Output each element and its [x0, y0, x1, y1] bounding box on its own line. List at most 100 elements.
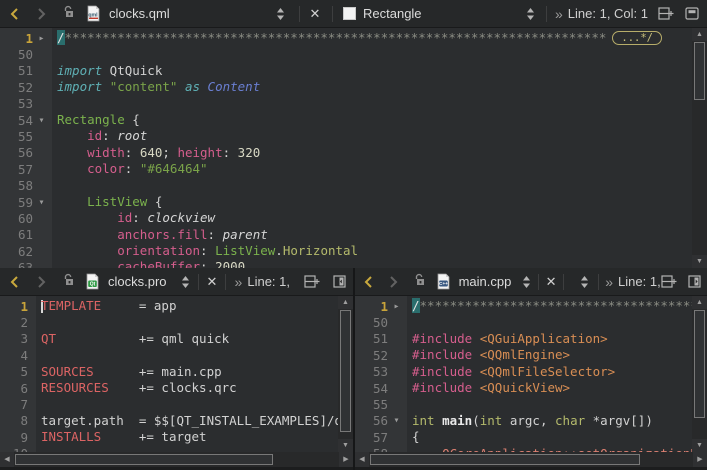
scroll-up-button[interactable]: ▲ — [692, 296, 707, 309]
code-line[interactable] — [41, 314, 338, 330]
close-split-button[interactable] — [686, 275, 702, 288]
split-button[interactable] — [661, 275, 679, 288]
scroll-down-button[interactable]: ▼ — [338, 439, 353, 452]
fold-collapsed-marker[interactable]: ▸ — [388, 301, 405, 312]
symbol-dropdown[interactable] — [578, 275, 590, 289]
code-line[interactable]: cacheBuffer: 2000 — [57, 259, 692, 268]
code-line[interactable]: id: clockview — [57, 210, 692, 226]
back-button[interactable] — [361, 275, 377, 289]
code-line[interactable]: #include <QGuiApplication> — [412, 331, 692, 347]
code-line[interactable]: ListView { — [57, 194, 692, 210]
overflow-chevron-icon[interactable]: » — [235, 274, 243, 290]
code-line[interactable]: #include <QQuickView> — [412, 380, 692, 396]
document-dropdown[interactable] — [178, 275, 192, 289]
code-line[interactable]: import QtQuick — [57, 63, 692, 79]
code-line[interactable]: { — [412, 429, 692, 445]
horizontal-scrollbar[interactable]: ◀ ▶ — [0, 452, 353, 467]
scroll-down-button[interactable]: ▼ — [692, 439, 707, 452]
code-line[interactable]: id: root — [57, 128, 692, 144]
document-title[interactable]: main.cpp — [459, 274, 520, 289]
forward-button[interactable] — [32, 275, 50, 289]
scrollbar-handle[interactable] — [694, 310, 705, 418]
code-line[interactable]: QT += qml quick — [41, 331, 338, 347]
code-line[interactable]: Rectangle { — [57, 112, 692, 128]
scroll-left-button[interactable]: ◀ — [355, 452, 369, 467]
code-line[interactable] — [412, 314, 692, 330]
code-line[interactable]: SOURCES += main.cpp — [41, 364, 338, 380]
code-line[interactable] — [57, 46, 692, 62]
editor-clocks-pro[interactable]: 12345678910 TEMPLATE = appQT += qml quic… — [0, 296, 353, 470]
scrollbar-handle[interactable] — [694, 42, 705, 100]
code-area[interactable]: TEMPLATE = app QT += qml quick SOURCES += … — [36, 296, 338, 452]
symbol-selector[interactable]: Rectangle — [363, 6, 422, 21]
code-line[interactable]: width: 640; height: 320 — [57, 145, 692, 161]
line-number: 9 — [0, 430, 28, 445]
close-document-button[interactable]: ✕ — [543, 274, 559, 290]
code-line[interactable]: INSTALLS += target — [41, 429, 338, 445]
code-area[interactable]: /***************************************… — [52, 28, 692, 268]
code-line[interactable]: RESOURCES += clocks.qrc — [41, 380, 338, 396]
document-dropdown[interactable] — [520, 275, 532, 289]
code-line[interactable] — [41, 396, 338, 412]
scrollbar-handle[interactable] — [15, 454, 273, 465]
line-number: 52 — [355, 348, 388, 363]
code-line[interactable] — [57, 96, 692, 112]
split-button[interactable] — [656, 7, 676, 20]
back-button[interactable] — [6, 275, 24, 289]
scroll-right-button[interactable]: ▶ — [693, 452, 707, 467]
unlock-icon — [63, 5, 76, 22]
vertical-scrollbar[interactable]: ▲ ▼ — [338, 296, 353, 452]
scroll-up-button[interactable]: ▲ — [692, 28, 707, 41]
overflow-chevron-icon[interactable]: » — [605, 274, 613, 290]
line-number: 6 — [0, 381, 28, 396]
code-area[interactable]: /***************************************… — [407, 296, 692, 452]
document-title[interactable]: clocks.qml — [109, 6, 273, 21]
symbol-dropdown[interactable] — [524, 7, 538, 21]
forward-button[interactable] — [32, 7, 50, 21]
document-title[interactable]: clocks.pro — [108, 274, 178, 289]
document-dropdown[interactable] — [273, 7, 287, 21]
cpp-file-icon: C++ — [436, 273, 451, 290]
forward-button[interactable] — [385, 275, 401, 289]
horizontal-scrollbar[interactable]: ◀ ▶ — [355, 452, 707, 467]
scroll-down-button[interactable]: ▼ — [692, 255, 707, 268]
code-line[interactable]: import "content" as Content — [57, 79, 692, 95]
back-button[interactable] — [6, 7, 24, 21]
code-line[interactable] — [57, 178, 692, 194]
code-line[interactable]: /***************************************… — [57, 30, 692, 46]
fold-expanded-marker[interactable]: ▾ — [33, 115, 50, 126]
close-document-button[interactable]: ✕ — [306, 6, 324, 22]
fold-collapsed-marker[interactable]: ▸ — [33, 33, 50, 44]
close-split-button[interactable] — [330, 275, 348, 288]
folded-region-badge[interactable]: ...*/ — [612, 31, 662, 45]
code-line[interactable]: #include <QQmlFileSelector> — [412, 364, 692, 380]
scroll-right-button[interactable]: ▶ — [339, 452, 353, 467]
scroll-up-button[interactable]: ▲ — [338, 296, 353, 309]
fold-expanded-marker[interactable]: ▾ — [33, 197, 50, 208]
code-line[interactable]: /***************************************… — [412, 298, 692, 314]
vertical-scrollbar[interactable]: ▲ ▼ — [692, 296, 707, 452]
code-line[interactable]: #include <QQmlEngine> — [412, 347, 692, 363]
code-line[interactable]: target.path = $$[QT_INSTALL_EXAMPLES]/de… — [41, 413, 338, 429]
code-line[interactable]: TEMPLATE = app — [41, 298, 338, 314]
code-line[interactable] — [41, 347, 338, 363]
updown-spinner-icon — [580, 275, 589, 289]
vertical-scrollbar[interactable]: ▲ ▼ — [692, 28, 707, 268]
code-line[interactable]: anchors.fill: parent — [57, 227, 692, 243]
toggle-panel-button[interactable] — [682, 7, 702, 20]
fold-expanded-marker[interactable]: ▾ — [388, 415, 405, 426]
scroll-left-button[interactable]: ◀ — [0, 452, 14, 467]
code-line[interactable]: color: "#646464" — [57, 161, 692, 177]
code-line[interactable]: orientation: ListView.Horizontal — [57, 243, 692, 259]
overflow-chevron-icon[interactable]: » — [555, 6, 563, 22]
editor-main-cpp[interactable]: 1▸50515253545556▾5758 /*****************… — [355, 296, 707, 470]
editor-clocks-qml[interactable]: 1▸5051525354▾5556575859▾60616263 /******… — [0, 28, 707, 268]
close-document-button[interactable]: ✕ — [203, 274, 221, 290]
line-number: 53 — [0, 96, 33, 111]
scrollbar-handle[interactable] — [370, 454, 640, 465]
code-line[interactable] — [412, 396, 692, 412]
code-line[interactable]: int main(int argc, char *argv[]) — [412, 413, 692, 429]
scrollbar-handle[interactable] — [340, 310, 351, 432]
line-number: 59 — [0, 195, 33, 210]
split-button[interactable] — [302, 275, 322, 288]
